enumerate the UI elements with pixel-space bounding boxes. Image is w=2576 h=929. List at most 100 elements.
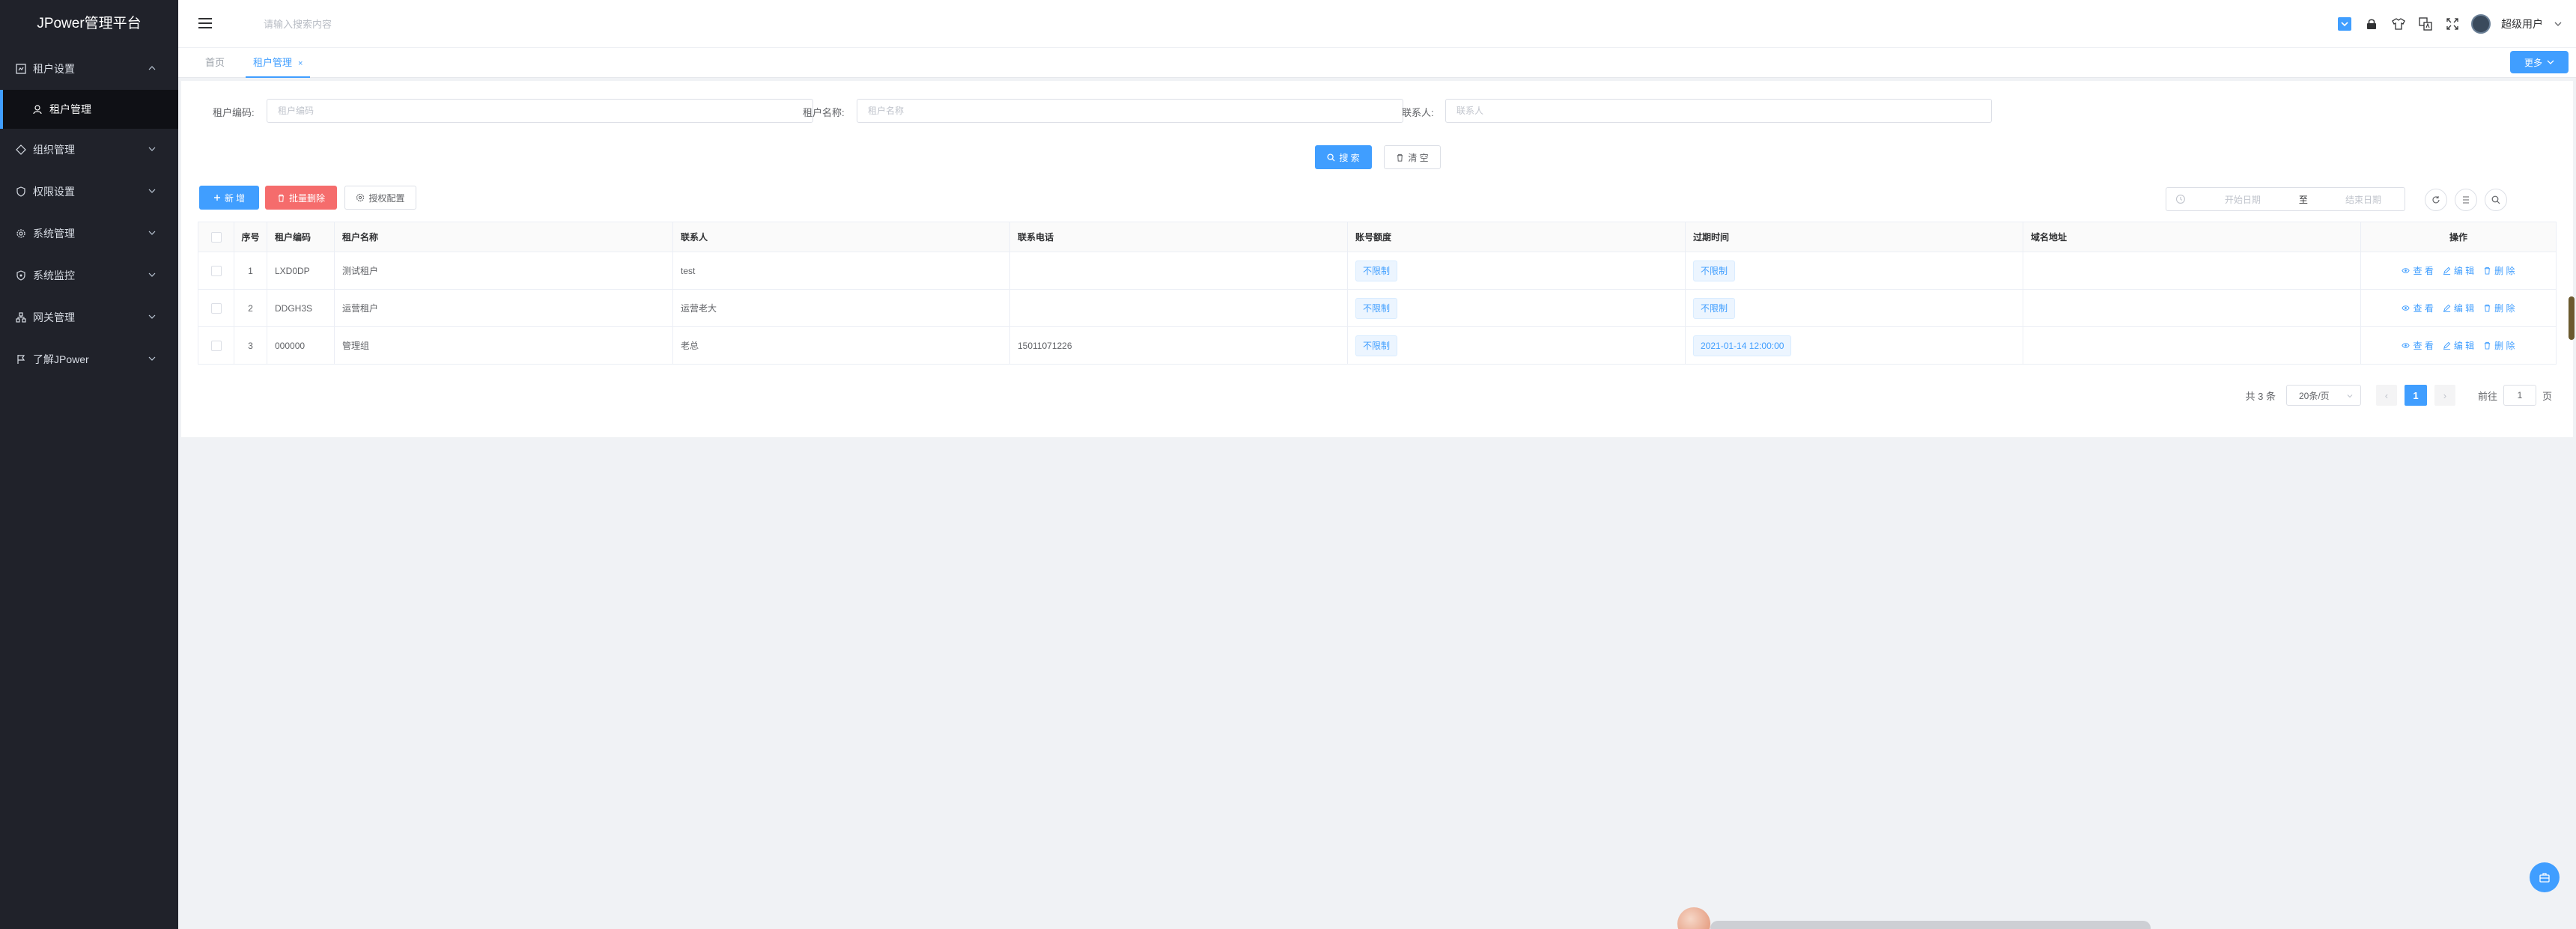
- global-search-input[interactable]: [264, 15, 488, 33]
- sidebar-item-system-monitor[interactable]: 系统监控: [0, 255, 178, 296]
- edit-button[interactable]: 编 辑: [2443, 302, 2474, 314]
- checkbox[interactable]: [210, 302, 222, 314]
- next-page-button[interactable]: ›: [2434, 385, 2455, 406]
- tenant-code-label: 租户编码:: [213, 107, 255, 118]
- scrollbar-thumb[interactable]: [2569, 296, 2575, 340]
- sidebar-item-organization[interactable]: 组织管理: [0, 129, 178, 171]
- clear-button[interactable]: 清 空: [1384, 145, 1441, 169]
- columns-icon: [2463, 196, 2469, 204]
- date-start[interactable]: 开始日期: [2225, 193, 2284, 206]
- table-row: 2 DDGH3S 运营租户 运营老大 不限制 不限制 查 看 编 辑 删 除: [198, 290, 2557, 327]
- cell-expire: 2021-01-14 12:00:00: [1686, 327, 2023, 364]
- prev-page-button[interactable]: ‹: [2375, 385, 2397, 406]
- refresh-icon: [2432, 196, 2440, 204]
- view-button[interactable]: 查 看: [2402, 302, 2434, 314]
- checkbox[interactable]: [210, 340, 222, 351]
- monitor-icon: [15, 269, 27, 281]
- expire-tag: 不限制: [1693, 260, 1736, 281]
- cell-phone: 15011071226: [1010, 327, 1348, 364]
- tenant-table: 序号 租户编码 租户名称 联系人 联系电话 账号额度 过期时间 域名地址 操作 …: [198, 222, 2557, 365]
- view-button[interactable]: 查 看: [2402, 339, 2434, 352]
- table-row: 3 000000 管理组 老总 15011071226 不限制 2021-01-…: [198, 327, 2557, 365]
- quota-tag: 不限制: [1355, 260, 1398, 281]
- tab-tenant-management[interactable]: 租户管理 ×: [246, 48, 311, 78]
- user-name[interactable]: 超级用户: [2501, 16, 2543, 31]
- main-panel: 租户编码: 租户名称: 联系人: 搜 索 清 空 新 增 批量删除 授权配置 开…: [181, 81, 2573, 437]
- hamburger-menu-icon[interactable]: [198, 16, 214, 30]
- date-end[interactable]: 结束日期: [2345, 193, 2405, 206]
- language-icon[interactable]: [2417, 16, 2434, 32]
- tabs-more-button[interactable]: 更多: [2510, 51, 2569, 73]
- delete-label: 删 除: [2494, 303, 2515, 314]
- date-range-picker[interactable]: 开始日期 至 结束日期: [2166, 187, 2405, 211]
- edit-button[interactable]: 编 辑: [2443, 264, 2474, 277]
- sidebar-item-label: 系统监控: [33, 269, 75, 281]
- quota-tag: 不限制: [1355, 335, 1398, 356]
- view-label: 查 看: [2413, 266, 2434, 276]
- sidebar-item-label: 权限设置: [33, 186, 75, 198]
- delete-button[interactable]: 删 除: [2483, 339, 2515, 352]
- edit-label: 编 辑: [2453, 266, 2475, 276]
- header-select-all[interactable]: [198, 222, 234, 252]
- total-count: 共 3 条: [2245, 390, 2276, 402]
- date-separator: 至: [2298, 194, 2308, 205]
- delete-button[interactable]: 删 除: [2483, 302, 2515, 314]
- refresh-button[interactable]: [2425, 189, 2447, 211]
- sidebar-item-system-management[interactable]: 系统管理: [0, 213, 178, 255]
- column-header: 租户编码: [267, 222, 335, 252]
- checkbox[interactable]: [210, 265, 222, 276]
- tab-home[interactable]: 首页: [205, 48, 225, 78]
- edit-button[interactable]: 编 辑: [2443, 339, 2474, 352]
- page-size-select[interactable]: 20条/页: [2285, 385, 2361, 406]
- view-label: 查 看: [2413, 341, 2434, 351]
- auth-config-button[interactable]: 授权配置: [344, 186, 416, 210]
- row-select[interactable]: [198, 327, 234, 364]
- sidebar-item-tenant-settings[interactable]: 租户设置: [0, 48, 178, 90]
- chevron-down-icon: [148, 147, 156, 151]
- cell-quota: 不限制: [1348, 290, 1686, 326]
- theme-color-icon[interactable]: [2336, 16, 2353, 32]
- cell-name: 测试租户: [335, 252, 673, 289]
- contact-input[interactable]: [1445, 99, 1992, 123]
- cell-name: 运营租户: [335, 290, 673, 326]
- cell-no: 3: [234, 327, 267, 364]
- search-button[interactable]: 搜 索: [1315, 145, 1372, 169]
- sidebar-item-label: 组织管理: [33, 144, 75, 156]
- sidebar-item-permission[interactable]: 权限设置: [0, 171, 178, 213]
- chevron-down-icon: [148, 189, 156, 193]
- skin-icon[interactable]: [2390, 16, 2407, 32]
- organization-icon: [15, 144, 27, 156]
- column-settings-button[interactable]: [2455, 189, 2477, 211]
- batch-delete-button[interactable]: 批量删除: [265, 186, 337, 210]
- fullscreen-icon[interactable]: [2444, 16, 2461, 32]
- avatar[interactable]: [2471, 14, 2491, 34]
- add-button[interactable]: 新 增: [199, 186, 259, 210]
- toolbox-icon: [2539, 873, 2550, 883]
- pagination: 共 3 条 20条/页 ‹ 1 › 前往 页: [2245, 385, 2552, 406]
- chevron-down-icon: [148, 272, 156, 277]
- sidebar-item-gateway[interactable]: 网关管理: [0, 296, 178, 338]
- tenant-name-label: 租户名称:: [803, 107, 845, 118]
- toggle-search-button[interactable]: [2485, 189, 2507, 211]
- row-select[interactable]: [198, 252, 234, 289]
- checkbox[interactable]: [210, 231, 222, 243]
- search-icon: [2491, 195, 2500, 204]
- cell-quota: 不限制: [1348, 252, 1686, 289]
- tenant-code-input[interactable]: [267, 99, 813, 123]
- lock-icon[interactable]: [2363, 16, 2380, 32]
- chevron-down-icon[interactable]: [2554, 19, 2563, 28]
- cell-ops: 查 看 编 辑 删 除: [2361, 290, 2557, 326]
- view-button[interactable]: 查 看: [2402, 264, 2434, 277]
- tenant-name-input[interactable]: [857, 99, 1403, 123]
- goto-page-input[interactable]: [2503, 385, 2536, 406]
- page-number-current[interactable]: 1: [2404, 385, 2427, 406]
- float-action-button[interactable]: [2530, 862, 2560, 892]
- chevron-up-icon: [148, 66, 156, 70]
- row-select[interactable]: [198, 290, 234, 326]
- sidebar-item-about[interactable]: 了解JPower: [0, 338, 178, 380]
- delete-button[interactable]: 删 除: [2483, 264, 2515, 277]
- cell-quota: 不限制: [1348, 327, 1686, 364]
- close-icon[interactable]: ×: [298, 59, 303, 68]
- sidebar-subitem-tenant-management[interactable]: 租户管理: [0, 90, 178, 129]
- add-button-label: 新 增: [224, 192, 246, 204]
